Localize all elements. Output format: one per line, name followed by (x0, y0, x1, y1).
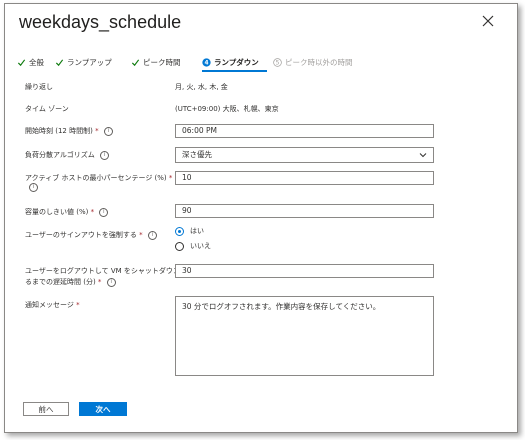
tab-ramp-down[interactable]: 4 ランプダウン (202, 53, 259, 71)
svg-text:5: 5 (276, 60, 280, 66)
min-host-input[interactable]: 10 (175, 171, 434, 185)
step-number-icon: 5 (273, 57, 282, 67)
radio-yes-label: はい (190, 227, 204, 235)
capacity-threshold-label-text: 容量のしきい値 (%) (25, 208, 89, 216)
load-balancing-label-text: 負荷分散アルゴリズム (25, 151, 95, 159)
radio-no[interactable]: いいえ (175, 241, 211, 251)
step-number-icon: 4 (202, 57, 211, 66)
svg-text:4: 4 (204, 60, 208, 66)
capacity-threshold-input[interactable]: 90 (175, 204, 434, 218)
delay-label-text: るまでの遅延時間 (分) (25, 278, 96, 286)
load-balancing-select[interactable]: 深さ優先 (175, 147, 434, 163)
force-signout-label: ユーザーのサインアウトを強制する * i (25, 230, 157, 240)
tab-label: ピーク時以外の時間 (285, 57, 353, 67)
repeat-value: 月, 火, 水, 木, 金 (175, 83, 228, 91)
timezone-value: (UTC+09:00) 大阪、札幌、東京 (175, 105, 279, 113)
tab-off-peak-hours[interactable]: 5 ピーク時以外の時間 (273, 53, 353, 71)
close-icon[interactable] (481, 14, 495, 28)
chevron-down-icon (419, 153, 427, 158)
capacity-threshold-label: 容量のしきい値 (%) * i (25, 207, 109, 217)
required-marker: * (139, 231, 143, 239)
delay-input[interactable]: 30 (175, 264, 434, 278)
start-time-input[interactable]: 06:00 PM (175, 124, 434, 138)
timezone-label: タイム ゾーン (25, 105, 69, 113)
required-marker: * (90, 208, 95, 216)
tab-label: 全般 (29, 57, 44, 67)
check-icon (131, 58, 140, 66)
info-icon[interactable]: i (106, 277, 116, 287)
info-icon[interactable]: i (99, 207, 109, 217)
previous-button[interactable]: 前へ (23, 402, 69, 416)
active-tab-indicator (202, 70, 267, 72)
required-marker: * (97, 278, 102, 286)
tab-label: ピーク時間 (143, 57, 181, 67)
info-icon[interactable]: i (103, 126, 113, 136)
required-marker: * (168, 174, 173, 182)
dialog-title: weekdays_schedule (19, 12, 182, 32)
start-time-label-text: 開始時刻 (12 時間制) (25, 127, 93, 135)
radio-unselected-icon (175, 241, 184, 251)
repeat-label: 繰り返し (25, 83, 53, 91)
info-icon[interactable]: i (147, 230, 157, 240)
tab-general[interactable]: 全般 (17, 53, 44, 71)
delay-label-line1: ユーザーをログアウトして VM をシャットダウンす (25, 267, 187, 275)
radio-no-label: いいえ (190, 242, 211, 250)
notification-label-text: 通知メッセージ (25, 301, 74, 309)
min-host-info-row: i (25, 183, 38, 192)
start-time-label: 開始時刻 (12 時間制) * i (25, 126, 113, 136)
tab-ramp-up[interactable]: ランプアップ (55, 53, 112, 71)
check-icon (55, 58, 64, 66)
info-icon[interactable]: i (100, 150, 110, 160)
notification-label: 通知メッセージ * (25, 300, 80, 310)
tab-label: ランプアップ (67, 57, 112, 67)
radio-selected-icon (175, 226, 184, 236)
tab-label: ランプダウン (214, 57, 259, 67)
check-icon (17, 58, 26, 66)
load-balancing-value: 深さ優先 (182, 150, 212, 159)
min-host-label-text: アクティブ ホストの最小パーセンテージ (%) (25, 174, 167, 182)
force-signout-label-text: ユーザーのサインアウトを強制する (25, 231, 137, 239)
tab-peak-hours[interactable]: ピーク時間 (131, 53, 181, 71)
next-button[interactable]: 次へ (79, 402, 127, 416)
notification-textarea[interactable]: 30 分でログオフされます。作業内容を保存してください。 (175, 296, 434, 376)
load-balancing-label: 負荷分散アルゴリズム i (25, 150, 110, 160)
required-marker: * (95, 127, 99, 135)
info-icon[interactable]: i (29, 183, 38, 192)
schedule-dialog: weekdays_schedule 全般 ランプアップ ピーク時間 4 ランプダ… (4, 3, 518, 433)
delay-label-line2: るまでの遅延時間 (分) * i (25, 277, 116, 287)
radio-yes[interactable]: はい (175, 226, 204, 236)
min-host-label: アクティブ ホストの最小パーセンテージ (%) * (25, 173, 172, 183)
required-marker: * (76, 301, 80, 309)
